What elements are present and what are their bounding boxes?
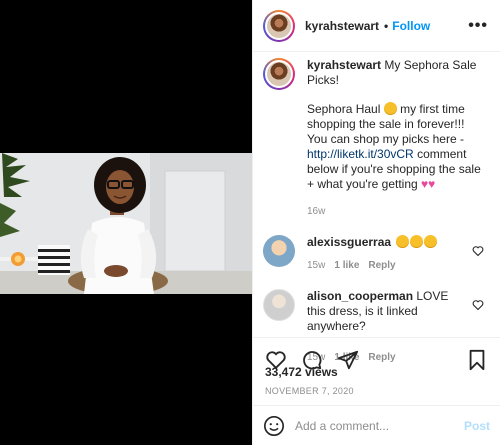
caption-text: kyrahstewart My Sephora Sale Picks! Seph… — [307, 58, 487, 219]
like-comment-heart-icon[interactable] — [472, 245, 484, 257]
comment-input[interactable] — [295, 418, 455, 433]
starstruck-emoji-icon — [396, 235, 438, 250]
hearts-emoji-icon: ♥♥ — [421, 177, 436, 191]
post-caption: kyrahstewart My Sephora Sale Picks! Seph… — [263, 58, 488, 219]
view-count[interactable]: 33,472 views — [265, 365, 338, 379]
video-frame — [0, 153, 252, 294]
caption-username[interactable]: kyrahstewart — [307, 58, 381, 72]
comment-meta: 15w 1 like Reply — [307, 258, 467, 273]
post-comment-button[interactable]: Post — [464, 419, 490, 433]
add-comment-bar: Post — [253, 405, 500, 445]
reply-button[interactable]: Reply — [368, 258, 395, 273]
comment-avatar[interactable] — [263, 235, 295, 267]
post-panel: kyrahstewart • Follow ••• kyrahstewart M… — [252, 0, 500, 445]
comment-likes[interactable]: 1 like — [334, 258, 359, 273]
comment-username[interactable]: alison_cooperman — [307, 289, 413, 303]
emoji-icon[interactable] — [263, 415, 285, 437]
author-username[interactable]: kyrahstewart — [305, 19, 379, 33]
caption-body-1: Sephora Haul — [307, 102, 381, 116]
instagram-post: kyrahstewart • Follow ••• kyrahstewart M… — [0, 0, 500, 445]
more-icon[interactable]: ••• — [468, 17, 488, 33]
smile-emoji-icon — [383, 102, 397, 115]
share-icon[interactable] — [337, 349, 359, 371]
caption-avatar[interactable] — [263, 58, 295, 90]
post-header: kyrahstewart • Follow ••• — [253, 0, 500, 52]
follow-button[interactable]: Follow — [392, 19, 430, 33]
header-separator: • — [384, 18, 389, 33]
post-video[interactable] — [0, 153, 252, 294]
caption-time[interactable]: 16w — [307, 204, 487, 219]
like-comment-heart-icon[interactable] — [472, 299, 484, 311]
comment-username[interactable]: alexissguerraa — [307, 235, 391, 249]
comment-time[interactable]: 15w — [307, 258, 325, 273]
comment-item: alexissguerraa 15w 1 like Reply — [263, 235, 488, 273]
caption-link[interactable]: http://liketk.it/30vCR — [307, 147, 414, 161]
post-date[interactable]: NOVEMBER 7, 2020 — [265, 386, 354, 396]
bookmark-icon[interactable] — [466, 349, 488, 371]
comment-body: alexissguerraa 15w 1 like Reply — [307, 235, 467, 273]
comment-avatar[interactable] — [263, 289, 295, 321]
comments-area: kyrahstewart My Sephora Sale Picks! Seph… — [253, 52, 500, 363]
media-pane — [0, 0, 252, 445]
author-avatar[interactable] — [263, 9, 295, 42]
